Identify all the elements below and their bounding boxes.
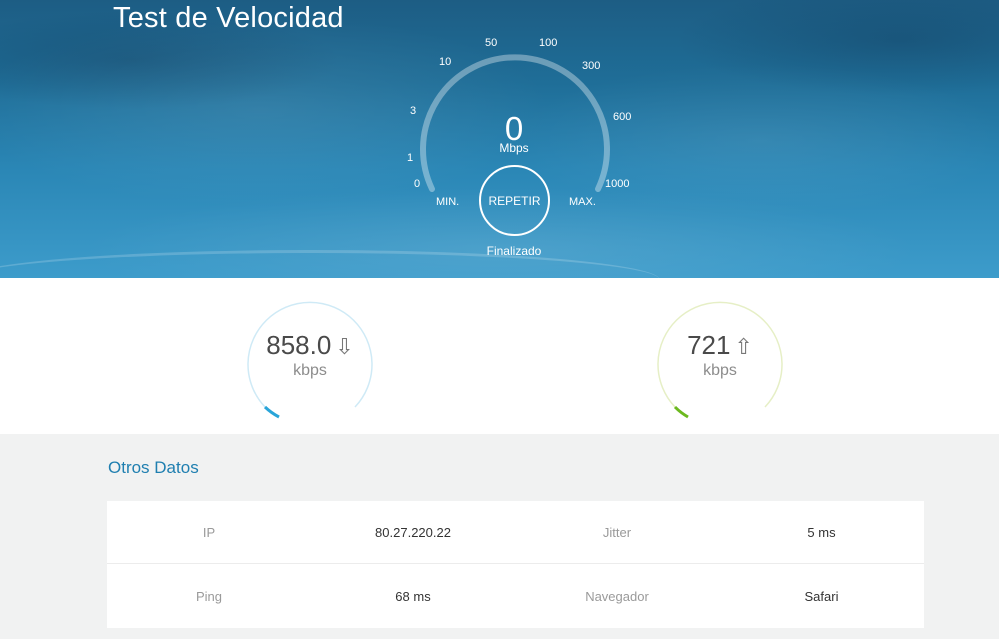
upload-result: 721 ⇧ kbps	[656, 292, 784, 420]
gauge-scale-50: 50	[485, 37, 498, 49]
other-data-table: IP 80.27.220.22 Jitter 5 ms Ping 68 ms N…	[107, 501, 924, 628]
gauge-max-label: MAX.	[569, 196, 596, 208]
gauge-scale-600: 600	[613, 111, 632, 123]
ping-value: 68 ms	[395, 589, 431, 604]
table-row: Ping 68 ms Navegador Safari	[107, 565, 924, 628]
test-status: Finalizado	[486, 244, 542, 258]
download-speed-value: 858.0	[266, 330, 332, 360]
arrow-down-icon: ⇩	[335, 334, 354, 359]
gauge-scale-10: 10	[439, 56, 452, 68]
gauge-scale-0: 0	[414, 178, 421, 190]
jitter-value: 5 ms	[807, 525, 836, 540]
jitter-label: Jitter	[602, 525, 632, 540]
table-row: IP 80.27.220.22 Jitter 5 ms	[107, 501, 924, 564]
upload-speed-value: 721	[687, 330, 731, 360]
current-speed-unit: Mbps	[499, 141, 529, 155]
browser-value: Safari	[804, 589, 839, 604]
download-speed: 858.0 ⇩	[246, 330, 374, 361]
upload-speed: 721 ⇧	[656, 330, 784, 361]
results-panel: 858.0 ⇩ kbps 721 ⇧ kbps	[0, 278, 999, 434]
gauge-scale-1000: 1000	[605, 178, 630, 190]
gauge-scale-1: 1	[407, 152, 414, 164]
gauge-scale-300: 300	[582, 60, 601, 72]
arrow-up-icon: ⇧	[734, 334, 753, 359]
download-result: 858.0 ⇩ kbps	[246, 292, 374, 420]
download-speed-unit: kbps	[293, 362, 327, 379]
gauge-min-label: MIN.	[436, 196, 460, 208]
repeat-test-button[interactable]: REPETIR	[479, 165, 550, 236]
ip-value: 80.27.220.22	[375, 525, 451, 540]
ping-label: Ping	[195, 589, 223, 604]
gauge-scale-100: 100	[539, 37, 558, 49]
browser-label: Navegador	[585, 589, 649, 604]
ip-label: IP	[202, 525, 216, 540]
upload-speed-unit: kbps	[703, 362, 737, 379]
other-data-title: Otros Datos	[108, 458, 199, 477]
gauge-scale-3: 3	[410, 105, 417, 117]
speedtest-hero: Test de Velocidad 0 1 3 10 50 100 300 60…	[0, 0, 999, 278]
